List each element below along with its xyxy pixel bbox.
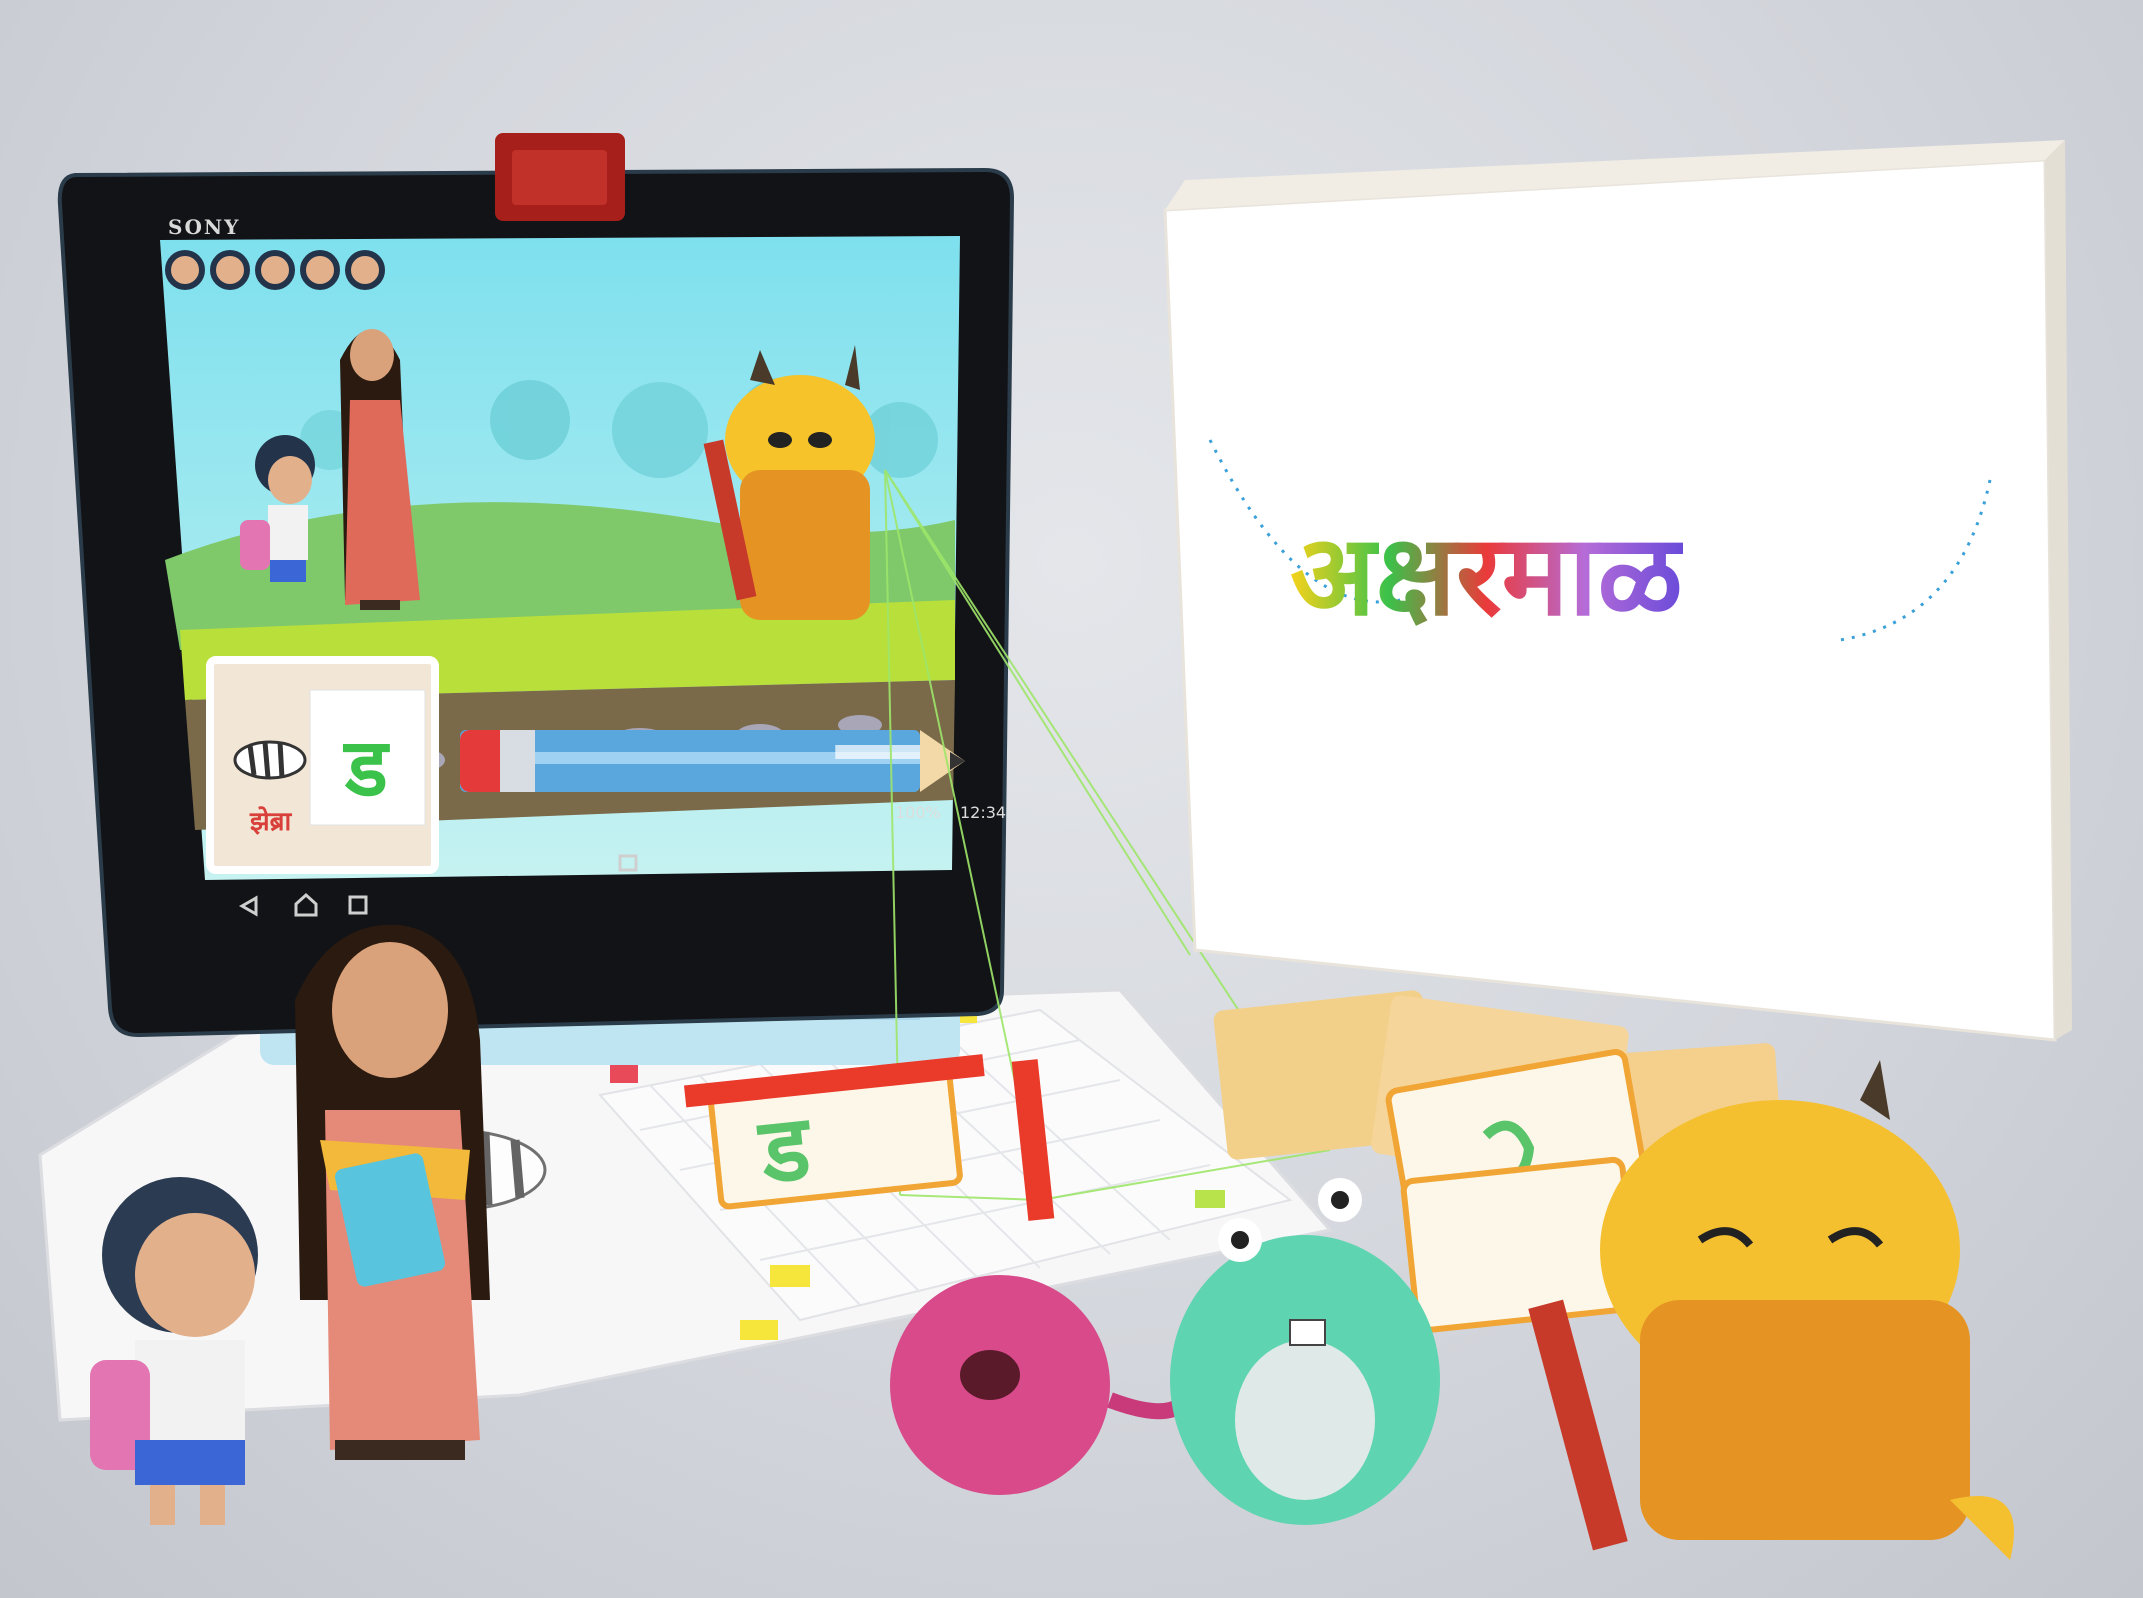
foreground-characters [90, 924, 2014, 1560]
yellow-monster-figure [1528, 1060, 2014, 1560]
green-monster-figure [1170, 1178, 1440, 1525]
boy-figure [90, 1177, 258, 1525]
teacher-figure [295, 924, 490, 1460]
pink-monster-figure [890, 1275, 1198, 1495]
